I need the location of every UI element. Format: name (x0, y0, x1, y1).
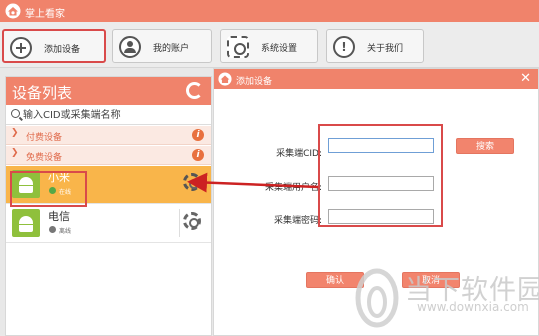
info-icon (333, 36, 355, 58)
device-name: 小米 (48, 171, 70, 184)
device-status: 在线 (59, 189, 72, 196)
device-settings-gear-icon[interactable] (183, 212, 201, 230)
device-settings-gear-icon[interactable] (183, 173, 201, 191)
info-icon[interactable]: i (192, 129, 204, 141)
user-icon (119, 36, 141, 58)
device-status: 离线 (59, 228, 72, 235)
watermark-logo (355, 268, 399, 328)
password-label: 采集端密码: (273, 216, 322, 226)
plus-circle-icon (10, 37, 32, 59)
my-account-label: 我的账户 (153, 44, 190, 54)
android-icon (12, 170, 40, 198)
close-icon[interactable]: ✕ (520, 71, 531, 86)
search-icon (11, 109, 20, 118)
group-label: 付费设备 (26, 133, 63, 143)
username-label: 采集端用户名: (264, 183, 322, 193)
device-item-dianxin[interactable]: 电信 离线 (6, 205, 211, 243)
chevron-down-icon: ❯ (11, 148, 19, 158)
device-list-panel: 设备列表 ❯ 付费设备 i ❯ 免费设备 i 小米 在线 电信 离线 (5, 76, 212, 336)
group-label: 免费设备 (26, 153, 63, 163)
watermark-url: www.downxia.com (417, 300, 529, 314)
device-search-input[interactable] (23, 107, 203, 123)
device-list-title: 设备列表 (12, 84, 73, 102)
online-status-icon (49, 187, 56, 194)
dialog-title: 添加设备 (236, 77, 273, 87)
system-settings-button[interactable]: 系统设置 (220, 29, 318, 63)
device-search-bar (6, 105, 211, 125)
refresh-icon[interactable] (186, 82, 203, 99)
about-us-label: 关于我们 (367, 44, 404, 54)
about-us-button[interactable]: 关于我们 (326, 29, 424, 63)
my-account-button[interactable]: 我的账户 (112, 29, 212, 63)
add-device-label: 添加设备 (44, 45, 81, 55)
group-paid-devices[interactable]: ❯ 付费设备 i (6, 126, 211, 145)
cid-label: 采集端CID: (276, 149, 322, 159)
gear-icon (227, 36, 249, 58)
device-name: 电信 (48, 210, 70, 223)
info-icon[interactable]: i (192, 149, 204, 161)
toolbar: 添加设备 我的账户 系统设置 关于我们 (0, 22, 539, 68)
annotation-highlight-box (318, 124, 443, 227)
offline-status-icon (49, 226, 56, 233)
device-item-xiaomi[interactable]: 小米 在线 (6, 166, 211, 204)
home-logo-icon (218, 72, 232, 86)
search-button[interactable]: 搜索 (456, 138, 514, 154)
chevron-down-icon: ❯ (11, 128, 19, 138)
dialog-header: 添加设备 ✕ (214, 69, 538, 89)
system-settings-label: 系统设置 (261, 44, 298, 54)
group-free-devices[interactable]: ❯ 免费设备 i (6, 146, 211, 165)
device-list-header: 设备列表 (6, 77, 211, 105)
title-bar: 掌上看家 (0, 0, 539, 22)
app-title: 掌上看家 (25, 9, 65, 20)
divider (179, 209, 180, 237)
android-icon (12, 209, 40, 237)
add-device-button[interactable]: 添加设备 (2, 29, 106, 63)
home-logo-icon (5, 3, 21, 19)
